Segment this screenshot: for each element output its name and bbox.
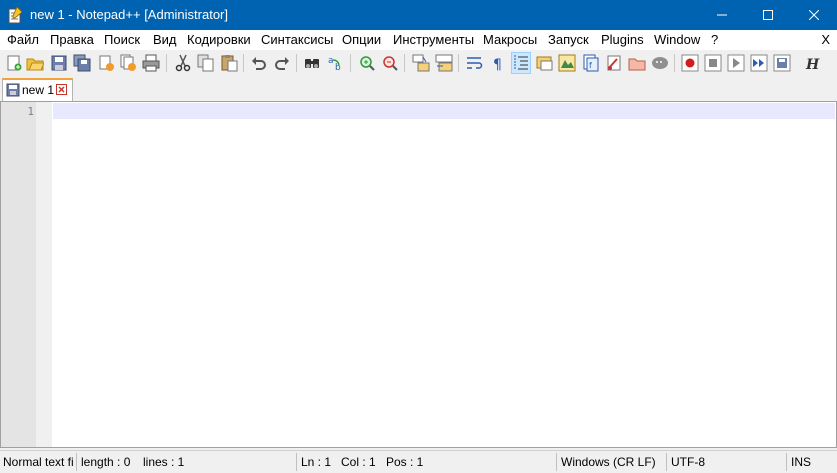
- record-macro-icon[interactable]: [681, 54, 699, 72]
- show-all-chars-icon[interactable]: ¶: [489, 54, 507, 72]
- status-eol: Windows (CR LF): [561, 455, 656, 469]
- svg-text:b: b: [335, 63, 341, 72]
- menu-tools[interactable]: Инструменты: [393, 32, 474, 47]
- doc-map-icon[interactable]: [558, 54, 576, 72]
- tab-label: new 1: [22, 83, 55, 97]
- undo-icon[interactable]: [250, 54, 268, 72]
- toolbar-separator: [350, 54, 351, 72]
- status-length: length : 0: [81, 455, 131, 469]
- title-bar: new 1 - Notepad++ [Administrator]: [0, 0, 837, 30]
- status-bar: Normal text fi length : 0 lines : 1 Ln :…: [0, 450, 837, 473]
- close-document-button[interactable]: X: [821, 32, 830, 47]
- toolbar-separator: [674, 54, 675, 72]
- menu-search[interactable]: Поиск: [104, 32, 140, 47]
- toolbar-separator: [404, 54, 405, 72]
- doc-switcher-icon[interactable]: [628, 54, 646, 72]
- fold-margin[interactable]: [36, 102, 52, 447]
- stop-macro-icon[interactable]: [704, 54, 722, 72]
- save-icon[interactable]: [50, 54, 68, 72]
- tab-new-1[interactable]: new 1: [2, 78, 73, 101]
- sync-horizontal-icon[interactable]: [435, 54, 453, 72]
- menu-encoding[interactable]: Кодировки: [187, 32, 251, 47]
- folder-as-workspace-icon[interactable]: [605, 54, 623, 72]
- paste-icon[interactable]: [220, 54, 238, 72]
- window-title: new 1 - Notepad++ [Administrator]: [30, 7, 228, 22]
- monitor-icon[interactable]: [651, 54, 669, 72]
- tab-close-icon[interactable]: [56, 84, 67, 95]
- status-separator: [556, 453, 557, 471]
- status-separator: [76, 453, 77, 471]
- status-encoding: UTF-8: [671, 455, 705, 469]
- find-icon[interactable]: [303, 54, 321, 72]
- close-all-icon[interactable]: [119, 54, 137, 72]
- notepad-app-icon[interactable]: [7, 6, 23, 24]
- user-lang-icon[interactable]: [535, 54, 553, 72]
- menu-file[interactable]: Файл: [7, 32, 39, 47]
- redo-icon[interactable]: [273, 54, 291, 72]
- cut-icon[interactable]: [174, 54, 192, 72]
- replace-icon[interactable]: ab: [327, 54, 345, 72]
- menu-edit[interactable]: Правка: [50, 32, 94, 47]
- tab-bar: new 1: [0, 76, 837, 101]
- svg-text:H: H: [805, 57, 820, 72]
- toolbar-separator: [296, 54, 297, 72]
- current-line-highlight: [53, 103, 835, 119]
- copy-icon[interactable]: [197, 54, 215, 72]
- word-wrap-icon[interactable]: [466, 54, 484, 72]
- status-lines: lines : 1: [143, 455, 185, 469]
- status-doc-type: Normal text fi: [3, 455, 74, 469]
- menu-run[interactable]: Запуск: [548, 32, 589, 47]
- toolbar-separator: [166, 54, 167, 72]
- menu-macro[interactable]: Макросы: [483, 32, 537, 47]
- svg-text:¶: ¶: [493, 57, 502, 72]
- close-window-button[interactable]: [791, 0, 837, 30]
- editor-area[interactable]: 1: [0, 101, 837, 448]
- status-position: Pos : 1: [386, 455, 424, 469]
- print-icon[interactable]: [142, 54, 160, 72]
- status-insert-mode: INS: [791, 455, 812, 469]
- line-number: 1: [27, 105, 34, 118]
- status-line: Ln : 1: [301, 455, 332, 469]
- save-macro-icon[interactable]: [773, 54, 791, 72]
- file-save-icon: [6, 83, 20, 100]
- html-tag-icon[interactable]: H: [804, 54, 822, 72]
- svg-text:a: a: [328, 56, 334, 66]
- svg-text:f: f: [589, 61, 592, 70]
- function-list-icon[interactable]: f: [581, 54, 599, 72]
- status-separator: [296, 453, 297, 471]
- status-separator: [786, 453, 787, 471]
- play-macro-icon[interactable]: [727, 54, 745, 72]
- toolbar: ab ¶ f H: [0, 50, 837, 76]
- new-file-icon[interactable]: [5, 54, 23, 72]
- zoom-out-icon[interactable]: [381, 54, 399, 72]
- run-macro-multiple-icon[interactable]: [750, 54, 768, 72]
- menu-view[interactable]: Вид: [153, 32, 177, 47]
- toolbar-separator: [243, 54, 244, 72]
- status-column: Col : 1: [341, 455, 376, 469]
- menu-window[interactable]: Window: [654, 32, 700, 47]
- minimize-button[interactable]: [699, 0, 745, 30]
- sync-vertical-icon[interactable]: [412, 54, 430, 72]
- save-all-icon[interactable]: [73, 54, 91, 72]
- close-icon[interactable]: [97, 54, 115, 72]
- maximize-button[interactable]: [745, 0, 791, 30]
- zoom-in-icon[interactable]: [358, 54, 376, 72]
- menu-settings[interactable]: Опции: [342, 32, 381, 47]
- open-file-icon[interactable]: [26, 54, 44, 72]
- menu-plugins[interactable]: Plugins: [601, 32, 644, 47]
- menu-language[interactable]: Синтаксисы: [261, 32, 333, 47]
- menu-help[interactable]: ?: [711, 32, 718, 47]
- menu-bar: Файл Правка Поиск Вид Кодировки Синтакси…: [0, 30, 837, 50]
- status-separator: [666, 453, 667, 471]
- toolbar-separator: [458, 54, 459, 72]
- indent-guide-icon[interactable]: [511, 52, 531, 74]
